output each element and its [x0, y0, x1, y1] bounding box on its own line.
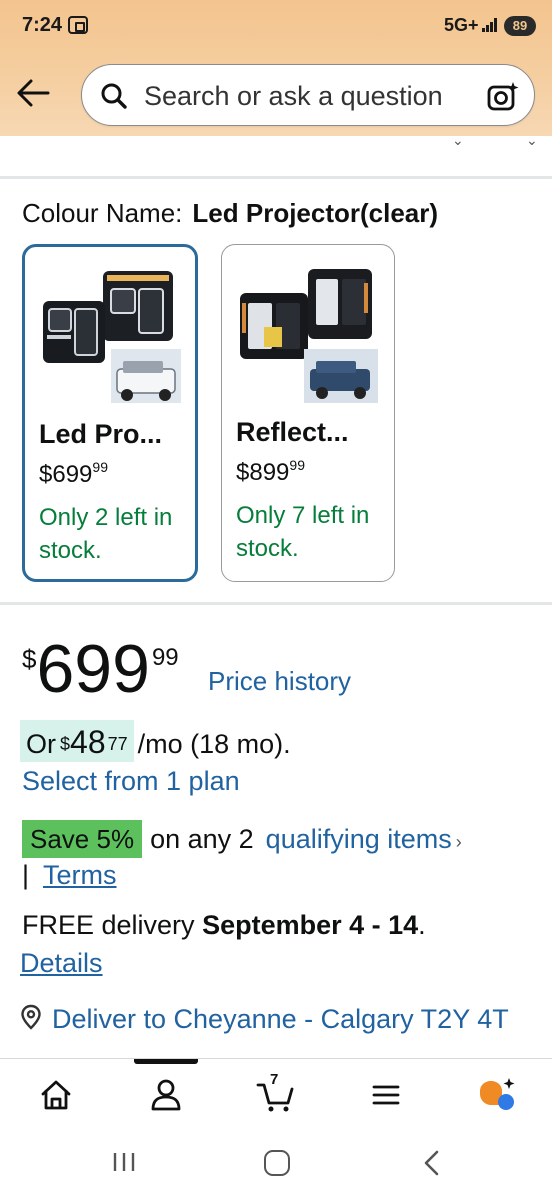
stock-status: Only 7 left in stock. — [236, 502, 370, 562]
save-badge: Save 5% — [22, 820, 143, 858]
product-details: ⌄ ⌄ Colour Name: Led Projector(clear) Led… — [0, 136, 552, 1058]
delivery-info: FREE delivery September 4 - 14. — [22, 910, 426, 940]
swatch-price: $69999 — [39, 459, 108, 488]
section-divider — [0, 602, 552, 605]
app-header: 7:24 5G+ 89 Search or ask a question — [0, 0, 552, 136]
recent-apps-icon[interactable] — [112, 1152, 136, 1172]
chevron-right-icon: › — [455, 832, 462, 852]
screenshot-icon — [68, 16, 88, 34]
rufus-icon[interactable] — [476, 1075, 516, 1115]
qualifying-items-link[interactable]: qualifying items — [266, 824, 452, 854]
active-tab-indicator — [134, 1059, 198, 1064]
signal-icon — [482, 18, 498, 32]
price-whole: 699 — [36, 631, 150, 707]
search-icon — [101, 83, 127, 109]
separator: | — [22, 860, 30, 890]
search-bar[interactable]: Search or ask a question — [81, 64, 535, 126]
select-plan-link[interactable]: Select from 1 plan — [22, 766, 240, 797]
battery-icon: 89 — [504, 16, 536, 36]
delivery-prefix: FREE delivery — [22, 910, 195, 940]
home-button-icon[interactable] — [264, 1150, 290, 1176]
status-time: 7:24 — [22, 14, 63, 36]
back-arrow-icon[interactable] — [16, 78, 50, 108]
network-label: 5G+ — [444, 15, 479, 35]
swatch-name: Led Pro... — [39, 419, 163, 449]
monthly-highlight: Or $48 77 — [20, 720, 134, 762]
stock-status: Only 2 left in stock. — [39, 504, 173, 564]
promotion-text: on any 2 — [150, 824, 254, 854]
system-navigation-bar — [0, 1124, 552, 1196]
cart-button[interactable]: 7 — [256, 1071, 296, 1115]
cart-count: 7 — [270, 1071, 279, 1088]
swatch-name: Reflect... — [236, 417, 349, 447]
search-input[interactable]: Search or ask a question — [144, 81, 443, 112]
bottom-navigation: 7 — [0, 1058, 552, 1124]
price-currency: $ — [22, 644, 37, 674]
delivery-details-link[interactable]: Details — [20, 948, 103, 979]
product-thumbnail — [238, 263, 380, 405]
status-bar: 7:24 5G+ 89 — [0, 0, 552, 52]
colour-name-row: Colour Name: Led Projector(clear) — [22, 198, 438, 229]
colour-name-value: Led Projector(clear) — [192, 198, 439, 228]
product-price: $69999 — [22, 634, 179, 704]
account-icon[interactable] — [146, 1075, 186, 1115]
menu-icon[interactable] — [366, 1075, 406, 1115]
promotion-row: Save 5% on any 2 qualifying items › — [22, 820, 462, 860]
terms-link[interactable]: Terms — [43, 860, 117, 890]
price-history-link[interactable]: Price history — [208, 666, 351, 697]
camera-icon[interactable] — [486, 80, 520, 112]
section-divider — [0, 176, 552, 179]
swatch-reflector[interactable]: Reflect... $89999 Only 7 left in stock. — [221, 244, 395, 582]
chevron-down-icon: ⌄ ⌄ — [452, 136, 538, 148]
deliver-to-text[interactable]: Deliver to Cheyanne - Calgary T2Y 4T — [52, 1002, 552, 1036]
location-pin-icon — [21, 1004, 41, 1030]
swatch-led-projector[interactable]: Led Pro... $69999 Only 2 left in stock. — [22, 244, 198, 582]
price-fraction: 99 — [151, 644, 179, 671]
swatch-price: $89999 — [236, 457, 305, 486]
monthly-payment: Or $48 77/mo (18 mo). — [20, 720, 291, 762]
system-back-icon[interactable] — [422, 1150, 442, 1176]
product-thumbnail — [41, 265, 183, 407]
monthly-terms: /mo (18 mo). — [137, 729, 291, 759]
delivery-dates: September 4 - 14 — [202, 910, 419, 940]
terms-row: | Terms — [22, 860, 117, 891]
home-icon[interactable] — [36, 1075, 76, 1115]
colour-name-label: Colour Name: — [22, 198, 183, 228]
